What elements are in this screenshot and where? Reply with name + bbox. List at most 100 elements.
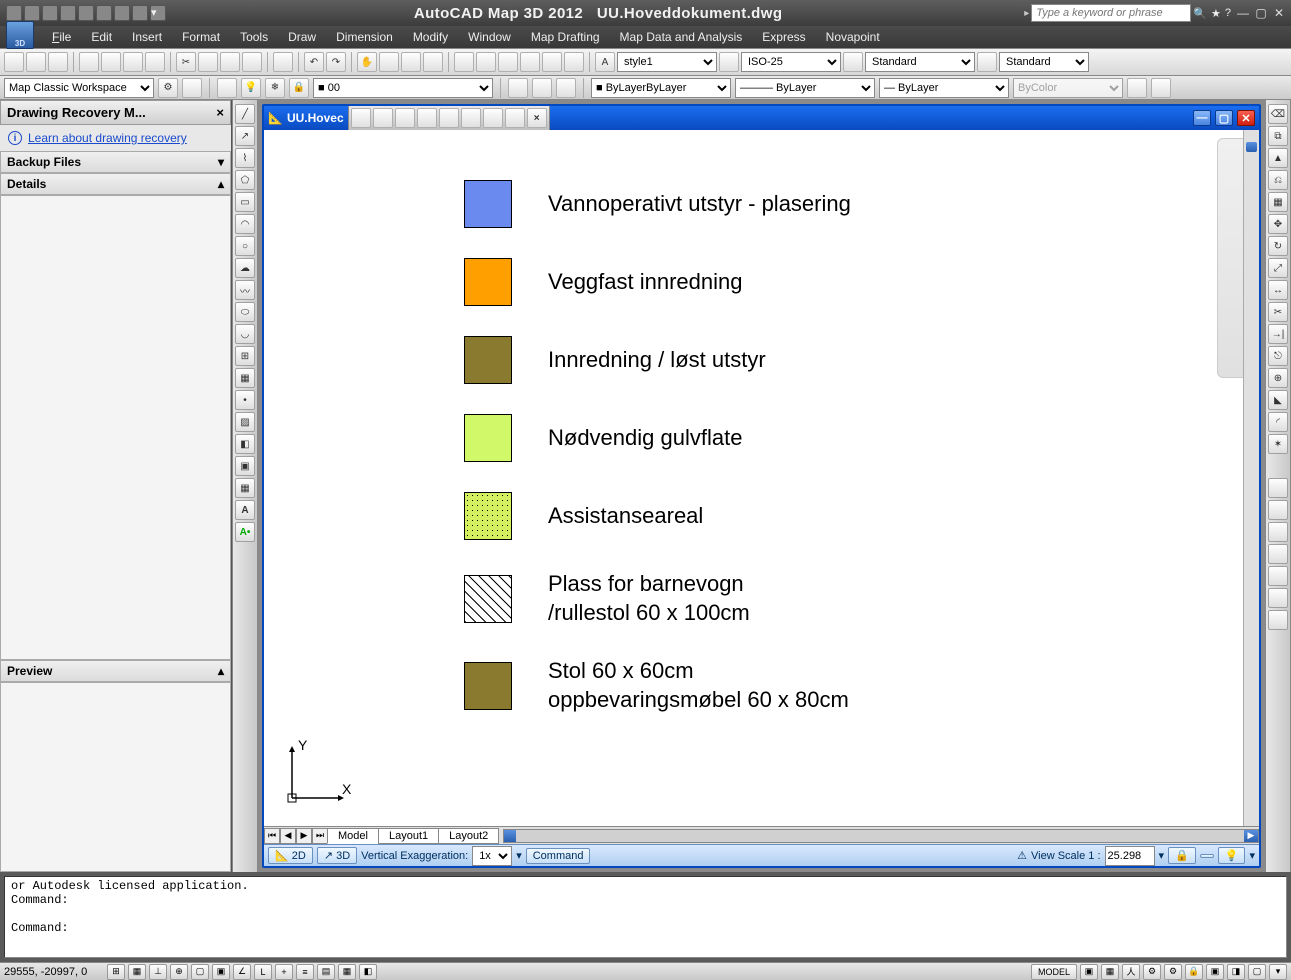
pan-icon[interactable]: ✋ — [357, 52, 377, 72]
dw-close-icon[interactable]: ✕ — [1237, 110, 1255, 126]
sb-iso-icon[interactable]: ◨ — [1227, 964, 1245, 980]
chamfer-icon[interactable]: ◣ — [1268, 390, 1288, 410]
ducs-icon[interactable]: L — [254, 964, 272, 980]
search-icon[interactable]: 🔍 — [1193, 7, 1207, 20]
region-icon[interactable]: ▣ — [235, 456, 255, 476]
sb-lock-icon[interactable]: 🔒 — [1185, 964, 1203, 980]
match-icon[interactable] — [242, 52, 262, 72]
zoom-win-icon[interactable] — [401, 52, 421, 72]
warning-icon[interactable]: ⚠ — [1017, 849, 1027, 862]
map-r1-icon[interactable] — [1268, 478, 1288, 498]
polar-icon[interactable]: ⊕ — [170, 964, 188, 980]
tab-layout1[interactable]: Layout1 — [378, 828, 439, 844]
mirror-icon[interactable]: ▲ — [1268, 148, 1288, 168]
rect-icon[interactable]: ▭ — [235, 192, 255, 212]
canvas-scrollbar-v[interactable] — [1243, 130, 1259, 826]
array-icon[interactable]: ▦ — [1268, 192, 1288, 212]
view-scale-input[interactable] — [1105, 846, 1155, 866]
drawing-window-titlebar[interactable]: 📐 UU.Hovec × — ▢ ✕ — [264, 106, 1259, 130]
menu-format[interactable]: Format — [172, 30, 230, 44]
sb-scale-icon[interactable]: ⚙ — [1143, 964, 1161, 980]
menu-tools[interactable]: Tools — [230, 30, 278, 44]
qat-print-icon[interactable] — [132, 5, 148, 21]
trim-icon[interactable]: ✂ — [1268, 302, 1288, 322]
close-icon[interactable]: ✕ — [1271, 5, 1287, 21]
rotate-icon[interactable]: ↻ — [1268, 236, 1288, 256]
gis-tool1-icon[interactable] — [1200, 854, 1214, 858]
coordinate-readout[interactable]: 29555, -20997, 0 — [4, 966, 104, 978]
sb-ws-icon[interactable]: ⚙ — [1164, 964, 1182, 980]
props-icon[interactable] — [454, 52, 474, 72]
plot3d-icon[interactable] — [145, 52, 165, 72]
minimize-icon[interactable]: — — [1235, 5, 1251, 21]
qat-save-icon[interactable] — [42, 5, 58, 21]
scale-dropdown-icon[interactable]: ▾ — [1159, 849, 1165, 862]
insert-icon[interactable]: ⊞ — [235, 346, 255, 366]
menu-insert[interactable]: Insert — [122, 30, 172, 44]
np-btn8-icon[interactable] — [505, 108, 525, 128]
print-icon[interactable] — [79, 52, 99, 72]
linetype-select[interactable]: ——— ByLayer — [735, 78, 875, 98]
menu-window[interactable]: Window — [458, 30, 521, 44]
layer-props-icon[interactable] — [217, 78, 237, 98]
np-close-icon[interactable]: × — [527, 108, 547, 128]
np-btn1-icon[interactable] — [351, 108, 371, 128]
map-r2-icon[interactable] — [1268, 500, 1288, 520]
lwt-icon[interactable]: ≡ — [296, 964, 314, 980]
ellipse-icon[interactable]: ⬭ — [235, 302, 255, 322]
np-btn7-icon[interactable] — [483, 108, 503, 128]
xline-icon[interactable]: ↗ — [235, 126, 255, 146]
ortho-icon[interactable]: ⊥ — [149, 964, 167, 980]
move-icon[interactable]: ✥ — [1268, 214, 1288, 234]
gear-icon[interactable]: ⚙ — [158, 78, 178, 98]
sb-hw-icon[interactable]: ▣ — [1206, 964, 1224, 980]
map-r4-icon[interactable] — [1268, 544, 1288, 564]
arc-icon[interactable]: ◠ — [235, 214, 255, 234]
scale-icon[interactable]: ⤢ — [1268, 258, 1288, 278]
vert-exag-select[interactable]: 1x — [472, 846, 512, 866]
mtext-icon[interactable]: A — [235, 500, 255, 520]
dc-icon[interactable] — [476, 52, 496, 72]
map-tool2-icon[interactable] — [1151, 78, 1171, 98]
ellarc-icon[interactable]: ◡ — [235, 324, 255, 344]
open-icon[interactable] — [26, 52, 46, 72]
circle-icon[interactable]: ○ — [235, 236, 255, 256]
table-icon[interactable]: ▦ — [235, 478, 255, 498]
addtool-icon[interactable]: A• — [235, 522, 255, 542]
stretch-icon[interactable]: ↔ — [1268, 280, 1288, 300]
menu-modify[interactable]: Modify — [403, 30, 458, 44]
model-space-button[interactable]: MODEL — [1031, 964, 1077, 980]
command-button[interactable]: Command — [526, 848, 591, 864]
sb-tool2-icon[interactable]: ▦ — [1101, 964, 1119, 980]
dw-minimize-icon[interactable]: — — [1193, 110, 1211, 126]
dyn-icon[interactable]: + — [275, 964, 293, 980]
np-btn5-icon[interactable] — [439, 108, 459, 128]
polygon-icon[interactable]: ⬠ — [235, 170, 255, 190]
qat-saveas-icon[interactable] — [60, 5, 76, 21]
layer-select[interactable]: ■ 00 — [313, 78, 493, 98]
qp-icon[interactable]: ▦ — [338, 964, 356, 980]
grid-icon[interactable]: ▦ — [128, 964, 146, 980]
np-btn2-icon[interactable] — [373, 108, 393, 128]
lock-scale-icon[interactable]: 🔒 — [1168, 847, 1196, 864]
app-logo-icon[interactable]: 3D — [6, 21, 34, 49]
np-btn4-icon[interactable] — [417, 108, 437, 128]
textstyle-icon[interactable]: A — [595, 52, 615, 72]
dw-maximize-icon[interactable]: ▢ — [1215, 110, 1233, 126]
command-line[interactable]: or Autodesk licensed application. Comman… — [4, 876, 1287, 958]
qat-open-icon[interactable] — [24, 5, 40, 21]
close-panel-icon[interactable]: × — [216, 105, 224, 120]
snap-icon[interactable]: ⊞ — [107, 964, 125, 980]
point-icon[interactable]: • — [235, 390, 255, 410]
publish-icon[interactable] — [123, 52, 143, 72]
block-icon[interactable]: ▦ — [235, 368, 255, 388]
menu-novapoint[interactable]: Novapoint — [816, 30, 890, 44]
osnap3d-icon[interactable]: ▣ — [212, 964, 230, 980]
otrack-icon[interactable]: ∠ — [233, 964, 251, 980]
layer-tool3-icon[interactable] — [556, 78, 576, 98]
gis-dropdown-icon[interactable]: ▾ — [1249, 849, 1255, 862]
mlstyle-icon[interactable] — [977, 52, 997, 72]
tp-icon[interactable] — [498, 52, 518, 72]
dimstyle-icon[interactable] — [719, 52, 739, 72]
layer-tool2-icon[interactable] — [532, 78, 552, 98]
